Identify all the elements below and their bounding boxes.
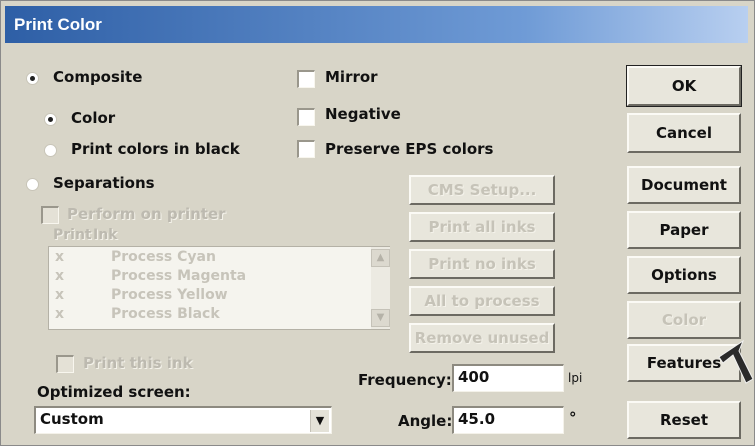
ink-header-print: Print bbox=[53, 227, 92, 243]
frequency-label: Frequency: bbox=[358, 371, 452, 389]
frequency-unit: lpi bbox=[568, 371, 583, 385]
ink-row-name: Process Cyan bbox=[111, 249, 216, 265]
dialog-title: Print Color bbox=[14, 15, 102, 34]
preserve-eps-checkbox[interactable] bbox=[297, 140, 315, 158]
color-label: Color bbox=[71, 109, 116, 127]
negative-checkbox[interactable] bbox=[297, 108, 315, 126]
color-radio[interactable] bbox=[44, 113, 57, 126]
chevron-down-icon[interactable]: ▼ bbox=[310, 410, 329, 432]
ink-row-print: x bbox=[55, 268, 65, 284]
print-this-ink-checkbox[interactable] bbox=[56, 355, 74, 373]
mouse-cursor-icon bbox=[718, 339, 753, 384]
optimized-screen-select[interactable]: Custom ▼ bbox=[34, 406, 332, 434]
ok-button[interactable]: OK bbox=[626, 65, 742, 107]
document-button[interactable]: Document bbox=[627, 166, 741, 204]
ink-row-name: Process Black bbox=[111, 306, 220, 322]
print-this-ink-label: Print this ink bbox=[83, 354, 193, 372]
separations-radio[interactable] bbox=[26, 178, 39, 191]
print-black-radio[interactable] bbox=[44, 144, 57, 157]
scroll-up-icon[interactable]: ▲ bbox=[371, 249, 390, 267]
print-all-inks-button[interactable]: Print all inks bbox=[409, 212, 555, 242]
all-to-process-button[interactable]: All to process bbox=[409, 286, 555, 316]
paper-button[interactable]: Paper bbox=[627, 211, 741, 249]
ink-row-name: Process Yellow bbox=[111, 287, 228, 303]
title-bar: Print Color bbox=[5, 6, 748, 43]
negative-label: Negative bbox=[325, 105, 401, 123]
remove-unused-button[interactable]: Remove unused bbox=[409, 323, 555, 353]
angle-input[interactable]: 45.0 bbox=[452, 406, 564, 434]
ink-list-scrollbar[interactable]: ▲ ▼ bbox=[371, 247, 390, 329]
separations-label: Separations bbox=[53, 174, 155, 192]
print-no-inks-button[interactable]: Print no inks bbox=[409, 249, 555, 279]
color-button[interactable]: Color bbox=[627, 301, 741, 339]
angle-unit: ° bbox=[569, 409, 577, 427]
options-button[interactable]: Options bbox=[627, 256, 741, 294]
cancel-button[interactable]: Cancel bbox=[627, 113, 741, 153]
frequency-input[interactable]: 400 bbox=[452, 364, 564, 392]
angle-label: Angle: bbox=[398, 412, 453, 430]
cms-setup-button[interactable]: CMS Setup... bbox=[409, 175, 555, 205]
print-black-label: Print colors in black bbox=[71, 140, 240, 158]
mirror-label: Mirror bbox=[325, 68, 378, 86]
reset-button[interactable]: Reset bbox=[627, 401, 741, 439]
ink-row-name: Process Magenta bbox=[111, 268, 247, 284]
scroll-down-icon[interactable]: ▼ bbox=[371, 309, 390, 327]
ink-row-print: x bbox=[55, 249, 65, 265]
preserve-eps-label: Preserve EPS colors bbox=[325, 140, 494, 158]
mirror-checkbox[interactable] bbox=[297, 70, 315, 88]
perform-on-printer-label: Perform on printer bbox=[67, 205, 226, 223]
perform-on-printer-checkbox[interactable] bbox=[41, 206, 59, 224]
ink-list[interactable]: x Process Cyan x Process Magenta x Proce… bbox=[48, 246, 390, 330]
optimized-screen-label: Optimized screen: bbox=[37, 383, 191, 401]
print-color-dialog: Print Color Composite Color Print colors… bbox=[0, 0, 755, 446]
ink-row-print: x bbox=[55, 306, 65, 322]
composite-radio[interactable] bbox=[26, 72, 39, 85]
composite-label: Composite bbox=[53, 68, 143, 86]
ink-row-print: x bbox=[55, 287, 65, 303]
ink-header-ink: Ink bbox=[93, 227, 118, 243]
optimized-screen-value: Custom bbox=[40, 410, 104, 428]
